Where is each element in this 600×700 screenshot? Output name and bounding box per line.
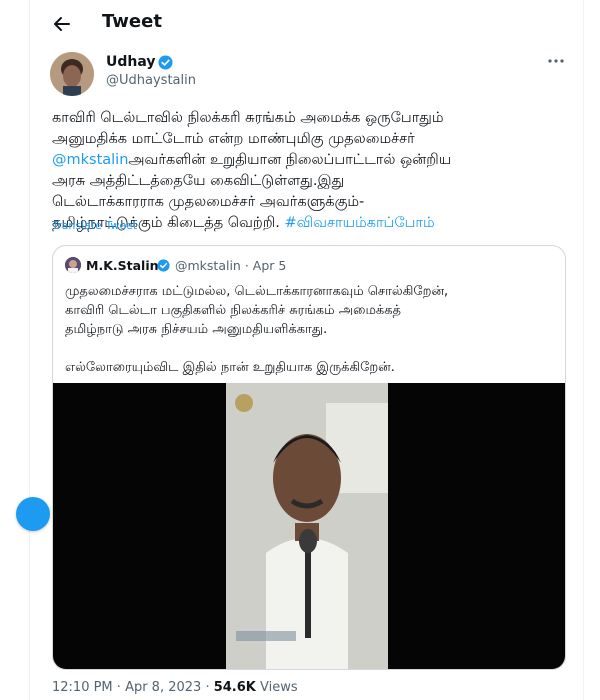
verified-badge-icon (158, 55, 173, 70)
back-arrow-icon[interactable] (52, 14, 72, 34)
views-count: 54.6K (213, 680, 256, 695)
quoted-handle-date: @mkstalin · Apr 5 (175, 258, 286, 273)
tweet-date: Apr 8, 2023 (125, 680, 202, 695)
tweet-text: காவிரி டெல்டாவில் நிலக்கரி சுரங்கம் அமைக… (52, 108, 567, 234)
tweet-line: அரசு அத்திட்டத்தையே கைவிட்டுள்ளது.இது (52, 173, 345, 189)
author-avatar[interactable] (50, 52, 94, 96)
tweet-line: டெல்டாக்காரராக முதலமைச்சர் அவர்களுக்கும்… (52, 194, 365, 210)
author-name[interactable]: Udhay (106, 54, 156, 70)
quoted-author-avatar (65, 257, 81, 273)
quoted-tweet[interactable]: M.K.Stalin @mkstalin · Apr 5 முதலமைச்சரா… (52, 245, 566, 670)
quoted-line: தமிழ்நாடு அரசு நிச்சயம் அனுமதியளிக்காது. (65, 322, 328, 337)
tweet-detail-panel: Tweet Udhay @Udhaystalin காவிரி டெல்டாவி… (16, 0, 584, 700)
more-options-icon[interactable] (547, 58, 565, 64)
quoted-author-name: M.K.Stalin (86, 258, 159, 273)
compose-button[interactable] (16, 497, 50, 531)
page-title: Tweet (102, 11, 162, 32)
views-label: Views (260, 680, 298, 695)
quoted-video[interactable] (53, 383, 565, 669)
mention-link[interactable]: @mkstalin (52, 152, 128, 168)
translate-tweet-link[interactable]: Translate Tweet (52, 219, 137, 232)
tweet-line-text: அவர்களின் உறுதியான நிலைப்பாட்டால் ஒன்றிய (128, 152, 452, 168)
tweet-meta: 12:10 PM · Apr 8, 2023 · 54.6K Views (52, 680, 298, 695)
quoted-line: எல்லோரையும்விட இதில் நான் உறுதியாக இருக்… (65, 360, 395, 375)
quoted-line: காவிரி டெல்டா பகுதிகளில் நிலக்கரிச் சுரங… (65, 303, 402, 318)
video-frame (226, 383, 388, 669)
quoted-handle: @mkstalin (175, 258, 241, 273)
hashtag-link[interactable]: #விவசாயம்காப்போம் (284, 215, 434, 231)
tweet-line: @mkstalinஅவர்களின் உறுதியான நிலைப்பாட்டா… (52, 150, 567, 171)
top-bar: Tweet (30, 0, 583, 48)
quoted-date: · Apr 5 (244, 258, 287, 273)
author-handle[interactable]: @Udhaystalin (106, 73, 196, 88)
tweet-time: 12:10 PM (52, 680, 113, 695)
tweet-line: அனுமதிக்க மாட்டோம் என்ற மாண்புமிகு முதலம… (52, 131, 415, 147)
verified-badge-icon (157, 259, 170, 272)
quoted-text: முதலமைச்சராக மட்டுமல்ல, டெல்டாக்காரனாகவு… (65, 282, 555, 377)
quoted-line: முதலமைச்சராக மட்டுமல்ல, டெல்டாக்காரனாகவு… (65, 284, 449, 299)
tweet-line: காவிரி டெல்டாவில் நிலக்கரி சுரங்கம் அமைக… (52, 110, 444, 126)
